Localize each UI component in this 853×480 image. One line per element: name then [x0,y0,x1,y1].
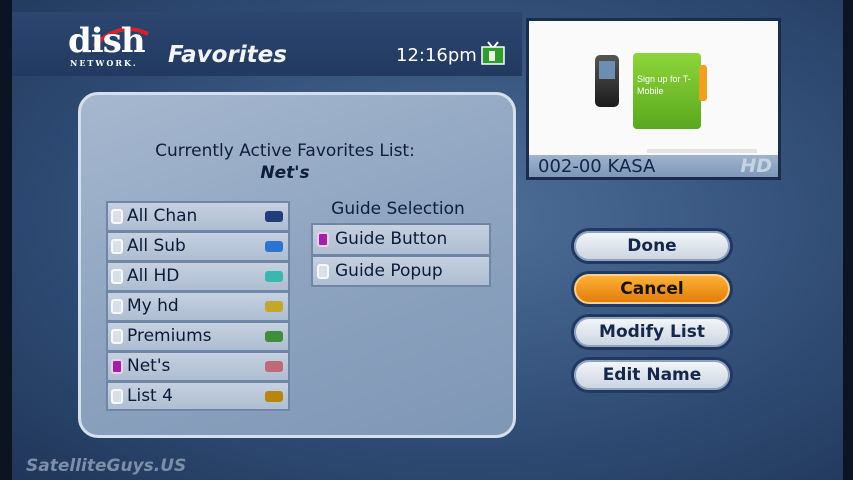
color-swatch [265,301,283,312]
checkbox-checked-icon [317,232,329,247]
bezel-right [843,0,853,480]
logo-text: dish [68,21,146,61]
fine-print [647,149,757,153]
favorites-panel: Currently Active Favorites List: Net's A… [78,92,516,438]
list-item[interactable]: My hd [106,291,290,321]
watermark: SatelliteGuys.US [26,456,187,476]
page-title: Favorites [168,42,287,68]
ad-area: Sign up for T-Mobile [529,21,778,155]
guide-selection-list: Guide Button Guide Popup [311,223,491,287]
bezel-left [0,0,12,480]
checkbox-icon [111,299,123,314]
list-item-label: All Sub [127,236,186,256]
dish-network-logo: dish NETWORK. [68,24,154,72]
done-button[interactable]: Done [571,228,733,264]
checkbox-icon [111,389,123,404]
list-item[interactable]: All HD [106,261,290,291]
list-item[interactable]: Premiums [106,321,290,351]
edit-name-button[interactable]: Edit Name [571,357,733,393]
logo-subtext: NETWORK. [70,58,138,68]
favorites-list: All Chan All Sub All HD My hd Premiums N… [106,201,290,411]
tv-screen: dish NETWORK. Favorites 12:16pm Sign up … [0,0,853,480]
clock: 12:16pm [396,45,477,66]
guide-selection-title: Guide Selection [331,199,465,219]
channel-number: 002-00 KASA [538,156,656,177]
tv-icon [481,41,505,65]
guide-option[interactable]: Guide Popup [311,255,491,287]
list-item-label: List 4 [127,386,173,406]
checkbox-checked-icon [111,359,123,374]
active-list-label: Currently Active Favorites List: [155,141,415,161]
list-item-label: Premiums [127,326,212,346]
color-swatch [265,241,283,252]
checkbox-icon [317,264,329,279]
checkbox-icon [111,239,123,254]
checkbox-icon [111,209,123,224]
color-swatch [265,391,283,402]
phone-image [595,55,619,107]
promo-panel: Sign up for T-Mobile [633,53,707,129]
modify-list-button[interactable]: Modify List [571,314,733,350]
list-item[interactable]: All Sub [106,231,290,261]
color-swatch [265,331,283,342]
checkbox-icon [111,329,123,344]
list-item-label: Net's [127,356,171,376]
channel-bar: 002-00 KASA HD [529,155,778,177]
guide-option-label: Guide Popup [335,261,443,281]
list-item[interactable]: List 4 [106,381,290,411]
promo-text: Sign up for T-Mobile [637,74,691,96]
list-item[interactable]: Net's [106,351,290,381]
color-swatch [265,211,283,222]
guide-option[interactable]: Guide Button [311,223,491,255]
hd-badge: HD [740,155,772,177]
checkbox-icon [111,269,123,284]
cancel-button[interactable]: Cancel [571,271,733,307]
list-item-label: All HD [127,266,180,286]
list-item-label: My hd [127,296,179,316]
live-tv-preview[interactable]: Sign up for T-Mobile 002-00 KASA HD [526,18,781,180]
active-list-name: Net's [260,163,310,183]
list-item-label: All Chan [127,206,198,226]
color-swatch [265,361,283,372]
guide-option-label: Guide Button [335,229,448,249]
color-swatch [265,271,283,282]
list-item[interactable]: All Chan [106,201,290,231]
